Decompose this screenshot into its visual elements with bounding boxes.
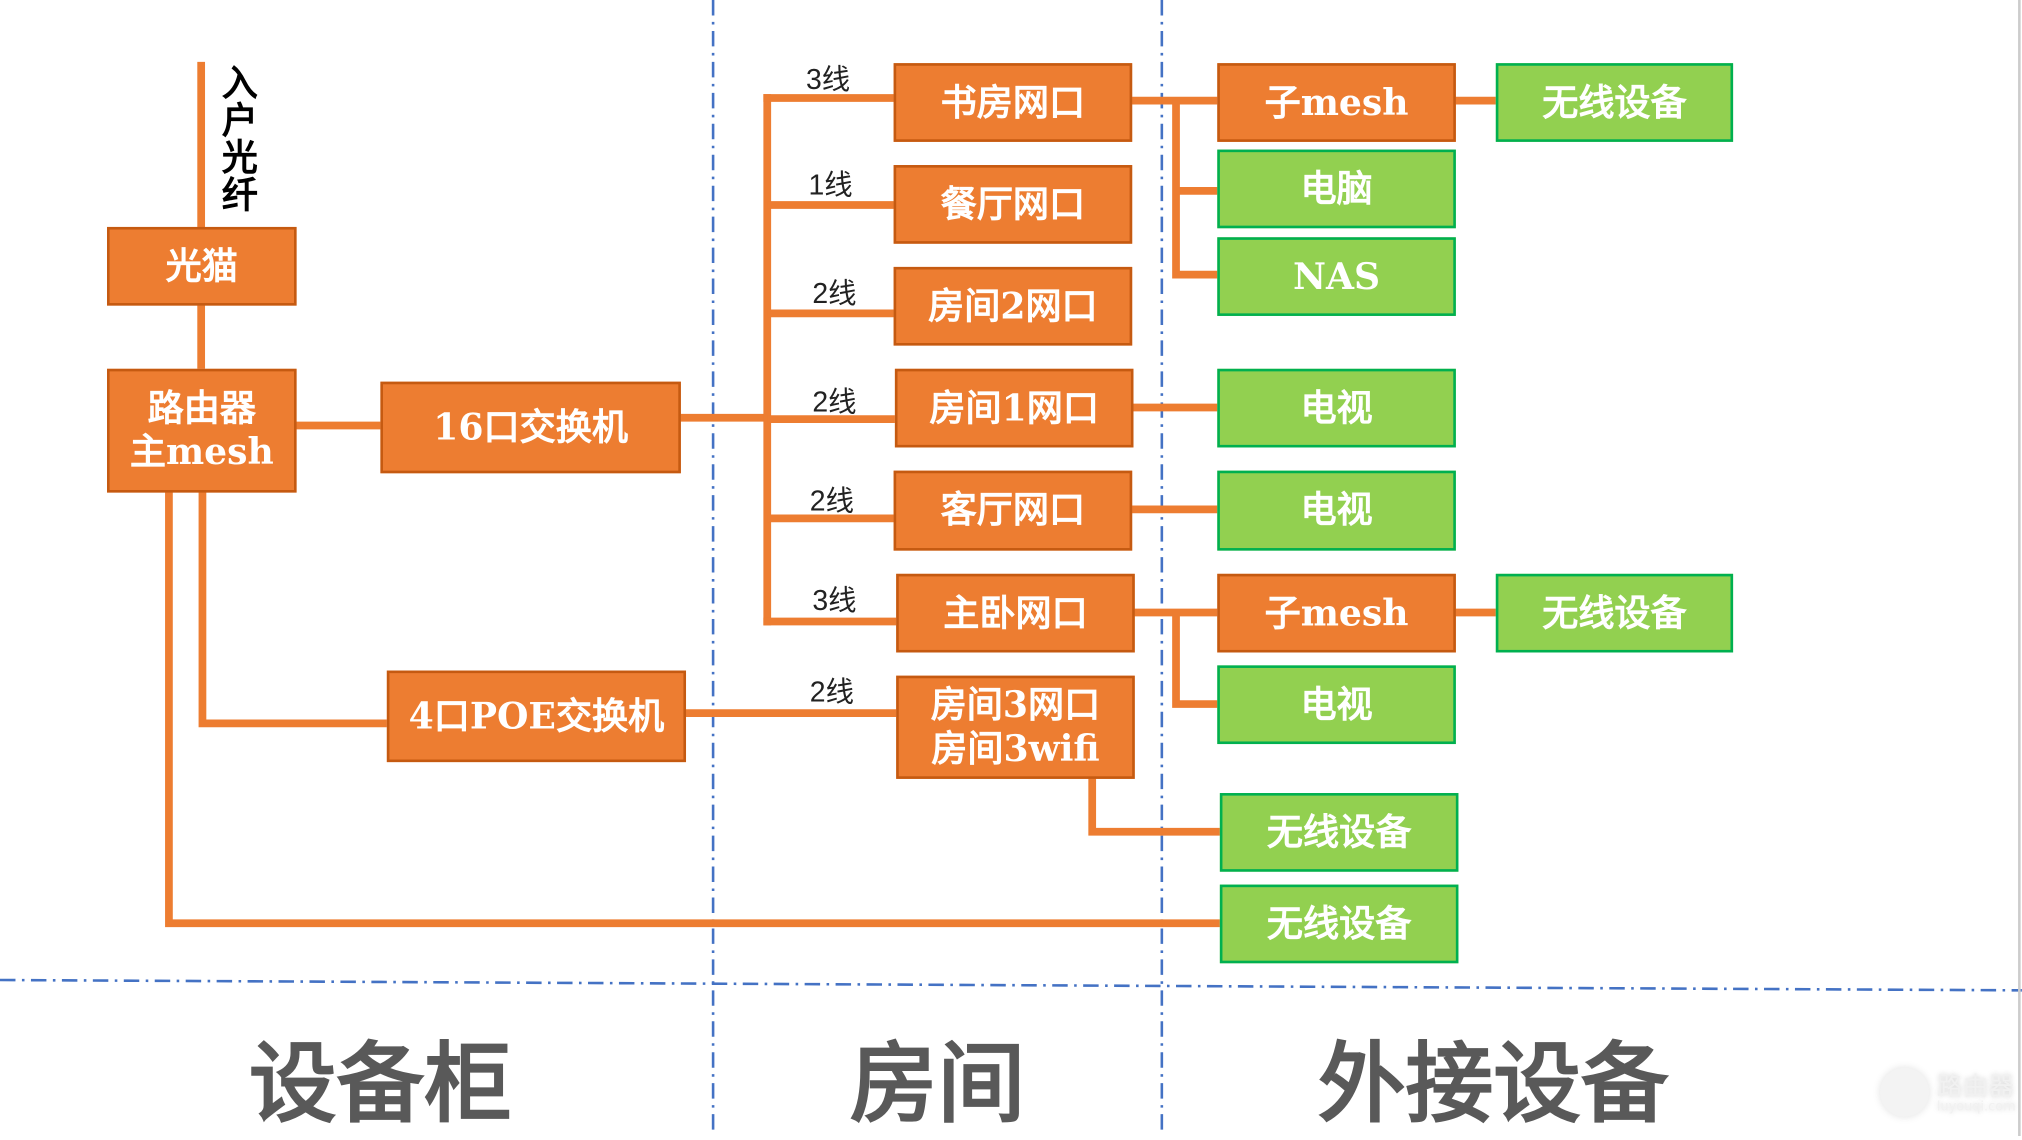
- node-router: 路由器 主mesh: [107, 368, 297, 493]
- cable-label: 2线: [812, 277, 857, 310]
- node-tv-3: 电视: [1217, 665, 1456, 745]
- node-label: 4口POE交换机: [408, 694, 665, 737]
- node-label: 电视: [1300, 682, 1373, 726]
- node-label: 无线设备: [1542, 591, 1687, 634]
- node-label: 16口交换机: [433, 405, 628, 449]
- divider-horizontal: [0, 978, 2022, 992]
- node-label: 子mesh: [1264, 80, 1409, 124]
- node-label: 客厅网口: [940, 488, 1086, 532]
- network-diagram: 入户光纤 光猫 路由器 主mesh 16口交换机 4口POE交换机 书房网口 餐厅…: [0, 0, 2022, 1137]
- node-living: 客厅网口: [893, 470, 1133, 551]
- watermark: 路由器 luyouqi.com: [1880, 1067, 2016, 1117]
- node-tv-1: 电视: [1217, 368, 1456, 448]
- node-poe4: 4口POE交换机: [386, 670, 687, 763]
- cable-label: 2线: [809, 484, 854, 518]
- node-wireless-sub1: 无线设备: [1495, 63, 1734, 142]
- node-tv-2: 电视: [1217, 470, 1456, 551]
- cable-label: 2线: [812, 385, 857, 418]
- node-label: 电脑: [1300, 166, 1373, 210]
- node-label: 餐厅网口: [940, 182, 1086, 226]
- node-wireless-router: 无线设备: [1219, 884, 1459, 964]
- node-wireless-sub2: 无线设备: [1495, 573, 1734, 653]
- watermark-title: 路由器: [1936, 1069, 2015, 1101]
- node-label: 光猫: [165, 244, 238, 287]
- node-label: 无线设备: [1266, 902, 1412, 945]
- node-wireless-room3: 无线设备: [1219, 793, 1459, 872]
- node-submesh-1: 子mesh: [1217, 63, 1456, 142]
- section-external: 外接设备: [1317, 1032, 1669, 1137]
- node-label: 房间2网口: [928, 284, 1098, 327]
- node-submesh-2: 子mesh: [1217, 573, 1456, 653]
- node-label: 子mesh: [1264, 591, 1409, 634]
- node-dining: 餐厅网口: [893, 165, 1133, 244]
- node-pc: 电脑: [1217, 149, 1456, 229]
- node-label: 无线设备: [1542, 80, 1687, 124]
- cable-label: 3线: [805, 63, 851, 96]
- router-icon: [1880, 1067, 1930, 1117]
- node-label: 路由器: [147, 386, 256, 430]
- line-room3-wireless: [1088, 777, 1220, 836]
- node-room3: 房间3网口 房间3wifi: [896, 675, 1135, 779]
- node-label: 电视: [1300, 488, 1373, 532]
- node-label: 房间3wifi: [931, 727, 1100, 770]
- line-router-poe: [198, 491, 387, 728]
- node-label: 房间3网口: [930, 683, 1101, 726]
- cable-label: 1线: [808, 168, 853, 202]
- node-label: 房间1网口: [929, 386, 1099, 429]
- section-cabinet: 设备柜: [248, 1032, 512, 1137]
- node-switch16: 16口交换机: [380, 381, 681, 474]
- node-label: 书房网口: [940, 80, 1086, 124]
- node-label: 电视: [1300, 386, 1373, 429]
- fiber-label: 入户光纤: [221, 61, 258, 217]
- cable-label: 2线: [809, 675, 854, 708]
- node-master: 主卧网口: [896, 573, 1135, 653]
- section-rooms: 房间: [849, 1032, 1026, 1137]
- node-label: NAS: [1293, 254, 1381, 298]
- node-label: 主mesh: [129, 430, 274, 474]
- node-label: 无线设备: [1266, 810, 1412, 854]
- watermark-url: luyouqi.com: [1936, 1099, 2016, 1114]
- node-study: 书房网口: [893, 63, 1133, 142]
- node-nas: NAS: [1217, 237, 1456, 316]
- node-room2: 房间2网口: [893, 266, 1133, 346]
- cable-label: 3线: [812, 584, 857, 617]
- node-room1: 房间1网口: [894, 368, 1134, 448]
- node-label: 主卧网口: [943, 591, 1088, 634]
- node-modem: 光猫: [107, 226, 297, 306]
